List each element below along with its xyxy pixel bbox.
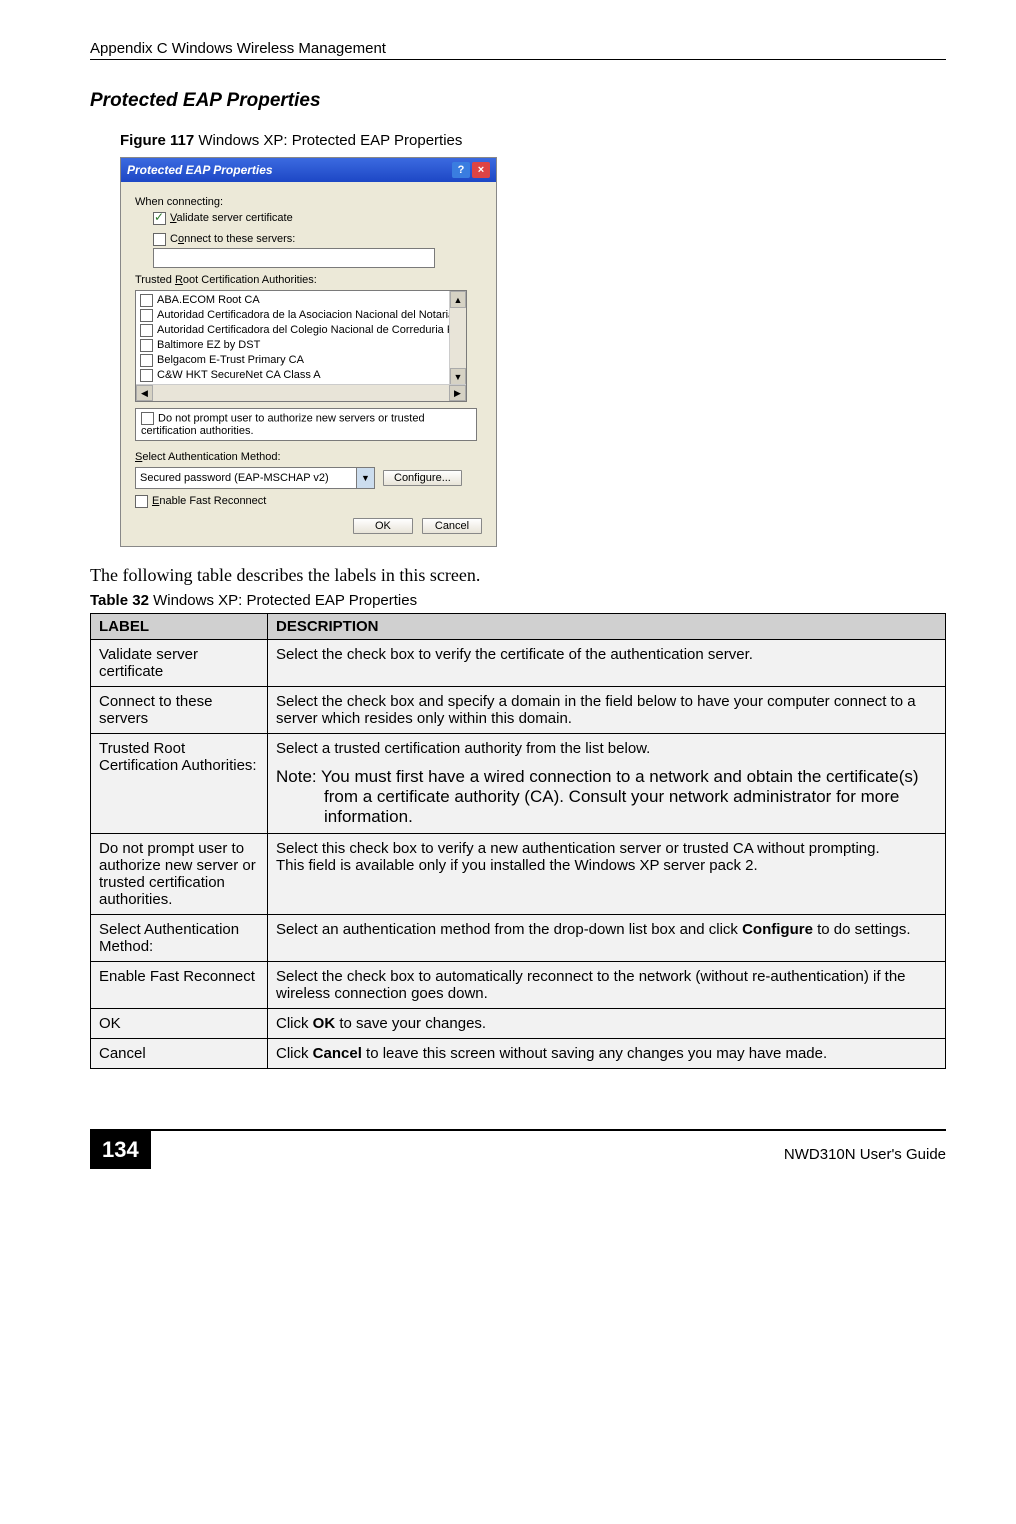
cancel-button[interactable]: Cancel (422, 518, 482, 534)
ca-item[interactable]: Autoridad Certificadora de la Asociacion… (140, 308, 462, 323)
connect-servers-checkbox[interactable]: Connect to these servers:Connect to thes… (153, 233, 295, 245)
validate-checkbox[interactable]: VValidate server certificatealidate serv… (153, 212, 293, 224)
section-title: Protected EAP Properties (90, 90, 946, 112)
table-caption-text: Windows XP: Protected EAP Properties (149, 592, 417, 609)
intro-text: The following table describes the labels… (90, 565, 946, 586)
servers-input[interactable] (153, 248, 435, 268)
description-table: LABEL DESCRIPTION Validate server certif… (90, 613, 946, 1069)
table-header-label: LABEL (91, 614, 268, 640)
dialog-title: Protected EAP Properties (127, 163, 273, 177)
table-header-desc: DESCRIPTION (268, 614, 946, 640)
when-connecting-label: When connecting: (135, 196, 482, 208)
table-caption: Table 32 Windows XP: Protected EAP Prope… (90, 592, 946, 609)
table-row: OK Click OK to save your changes. (91, 1009, 946, 1039)
table-row: Do not prompt user to authorize new serv… (91, 834, 946, 915)
scroll-left-icon[interactable]: ◀ (136, 385, 153, 401)
figure-number: Figure 117 (120, 132, 194, 149)
table-row: Cancel Click Cancel to leave this screen… (91, 1039, 946, 1069)
page-footer: 134 NWD310N User's Guide (90, 1129, 946, 1169)
scroll-right-icon[interactable]: ▶ (449, 385, 466, 401)
ca-item[interactable]: ABA.ECOM Root CA (140, 293, 462, 308)
figure-caption: Figure 117 Windows XP: Protected EAP Pro… (120, 132, 946, 149)
ok-button[interactable]: OK (353, 518, 413, 534)
table-row: Validate server certificate Select the c… (91, 640, 946, 687)
chevron-down-icon[interactable]: ▼ (356, 468, 374, 488)
table-row: Enable Fast Reconnect Select the check b… (91, 962, 946, 1009)
scrollbar-horizontal[interactable]: ◀ ▶ (136, 384, 466, 401)
scroll-up-icon[interactable]: ▲ (450, 291, 466, 308)
figure-text: Windows XP: Protected EAP Properties (194, 132, 462, 149)
ca-item[interactable]: Autoridad Certificadora del Colegio Naci… (140, 323, 462, 338)
table-row: Connect to these servers Select the chec… (91, 687, 946, 734)
close-icon[interactable]: × (472, 162, 490, 178)
fast-reconnect-checkbox[interactable]: Enable Fast ReconnectEnable Fast Reconne… (135, 495, 266, 507)
configure-button[interactable]: Configure... (383, 470, 462, 486)
help-icon[interactable]: ? (452, 162, 470, 178)
titlebar: Protected EAP Properties ? × (121, 158, 496, 182)
table-row: Select Authentication Method: Select an … (91, 915, 946, 962)
auth-method-combo[interactable]: Secured password (EAP-MSCHAP v2) ▼ (135, 467, 375, 489)
table-number: Table 32 (90, 592, 149, 609)
page-header: Appendix C Windows Wireless Management (90, 40, 946, 60)
no-prompt-option[interactable]: Do not prompt user to authorize new serv… (135, 408, 477, 441)
ca-item[interactable]: Belgacom E-Trust Primary CA (140, 353, 462, 368)
guide-name: NWD310N User's Guide (784, 1138, 946, 1163)
dialog-window: Protected EAP Properties ? × When connec… (120, 157, 497, 547)
ca-listbox[interactable]: ABA.ECOM Root CA Autoridad Certificadora… (135, 290, 467, 402)
scroll-down-icon[interactable]: ▼ (450, 368, 466, 385)
page-number: 134 (90, 1131, 151, 1169)
scrollbar-vertical[interactable]: ▲ ▼ (449, 291, 466, 385)
table-row: Trusted Root Certification Authorities: … (91, 734, 946, 834)
ca-item[interactable]: C&W HKT SecureNet CA Class A (140, 368, 462, 383)
ca-item[interactable]: Baltimore EZ by DST (140, 338, 462, 353)
